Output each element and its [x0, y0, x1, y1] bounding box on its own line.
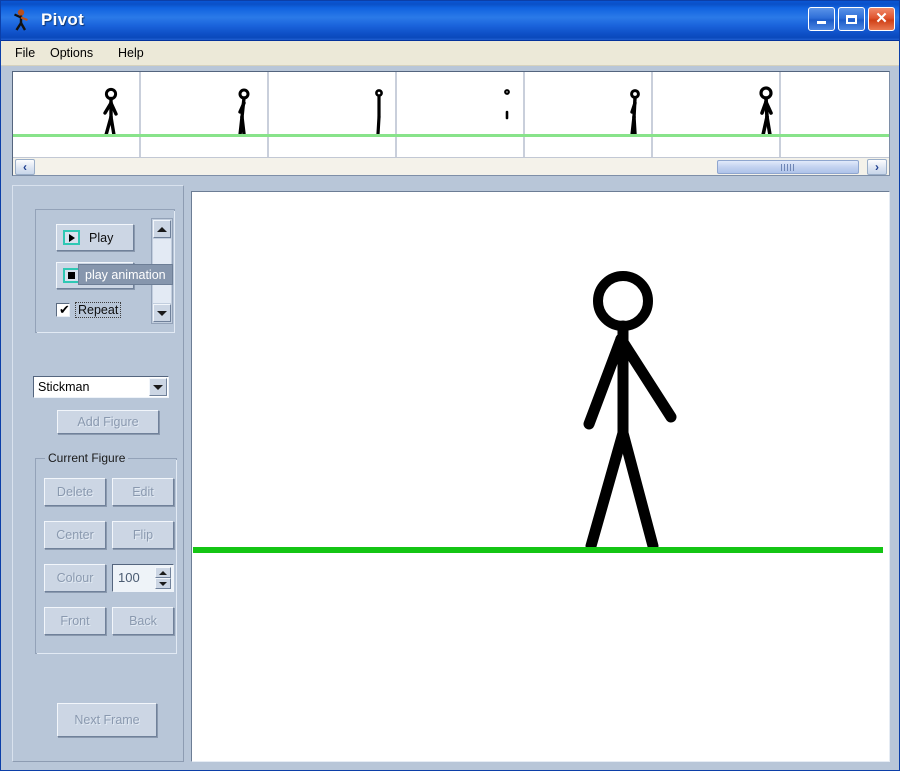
minimize-icon [817, 21, 826, 24]
window-title: Pivot [41, 10, 85, 29]
next-frame-button[interactable]: Next Frame [57, 703, 157, 737]
delete-button[interactable]: Delete [44, 478, 106, 506]
frame-figure-2 [238, 88, 250, 137]
frame-strip-scrollbar[interactable]: ‹ › [13, 157, 889, 175]
menu-item-file[interactable]: File [10, 45, 40, 61]
flip-label: Flip [132, 528, 154, 542]
frame-thumbnail[interactable] [141, 72, 269, 157]
spinner-decrement-button[interactable] [155, 578, 171, 589]
repeat-label: Repeat [75, 302, 122, 318]
menu-item-help[interactable]: Help [113, 45, 149, 61]
scrollbar-grip-icon [781, 164, 795, 171]
checkmark-icon: ✔ [59, 302, 70, 317]
repeat-checkbox[interactable]: ✔ [56, 303, 70, 317]
frame-thumbnail[interactable] [781, 72, 889, 157]
play-button-label: Play [89, 230, 114, 245]
title-bar: Pivot ✕ [1, 1, 899, 41]
chevron-down-icon[interactable] [149, 378, 167, 396]
spinner-up-icon [159, 570, 167, 575]
minimize-button[interactable] [808, 7, 835, 31]
animation-canvas-panel[interactable] [191, 191, 890, 762]
menu-bar: File Options Help [1, 41, 899, 66]
down-arrow-icon [157, 310, 167, 316]
frame-thumbnail[interactable] [653, 72, 781, 157]
back-label: Back [129, 614, 157, 628]
frame-strip[interactable] [13, 72, 889, 157]
frame-figure-5 [630, 89, 640, 137]
animation-canvas[interactable] [193, 193, 883, 599]
colour-label: Colour [56, 571, 94, 585]
frame-thumbnail[interactable] [525, 72, 653, 157]
add-figure-button[interactable]: Add Figure [57, 410, 159, 434]
repeat-checkbox-row[interactable]: ✔ Repeat [56, 302, 122, 318]
frame-thumbnail[interactable] [269, 72, 397, 157]
stickman-app-icon [14, 9, 28, 31]
current-figure-group: Current Figure Delete Edit Center Flip C… [35, 451, 177, 654]
canvas-ground-line [193, 547, 883, 553]
play-icon [63, 230, 80, 245]
speed-up-button[interactable] [153, 220, 171, 238]
center-label: Center [56, 528, 94, 542]
frame-strip-panel: ‹ › [12, 71, 890, 176]
maximize-button[interactable] [838, 7, 865, 31]
frame-figure-1 [103, 87, 118, 137]
next-frame-label: Next Frame [74, 713, 140, 727]
frame-thumbnail[interactable] [397, 72, 525, 157]
spinner-down-icon [159, 581, 167, 586]
edit-button[interactable]: Edit [112, 478, 174, 506]
tooltip: play animation [78, 264, 173, 285]
spinner-buttons [155, 567, 171, 589]
scale-value: 100 [118, 570, 140, 585]
spinner-increment-button[interactable] [155, 567, 171, 578]
play-button[interactable]: Play [56, 224, 134, 251]
pivot-application-window: Pivot ✕ File Options Help ‹ › Play ✔ Rep… [0, 0, 900, 771]
scroll-left-arrow-icon[interactable]: ‹ [15, 159, 35, 175]
figure-type-value: Stickman [38, 380, 90, 394]
colour-button[interactable]: Colour [44, 564, 106, 592]
add-figure-label: Add Figure [77, 415, 139, 429]
edit-label: Edit [132, 485, 154, 499]
up-arrow-icon [157, 226, 167, 232]
frame-ground-line [13, 134, 889, 137]
front-label: Front [60, 614, 90, 628]
close-icon: ✕ [875, 9, 888, 27]
back-button[interactable]: Back [112, 607, 174, 635]
current-figure-legend: Current Figure [45, 451, 129, 465]
center-button[interactable]: Center [44, 521, 106, 549]
frame-thumbnail[interactable] [13, 72, 141, 157]
front-button[interactable]: Front [44, 607, 106, 635]
frame-figure-6 [759, 86, 773, 137]
frame-figure-4 [504, 89, 510, 120]
scroll-right-arrow-icon[interactable]: › [867, 159, 887, 175]
menu-item-options[interactable]: Options [45, 45, 98, 61]
stickman-figure[interactable] [193, 193, 883, 599]
delete-label: Delete [56, 485, 94, 499]
speed-down-button[interactable] [153, 304, 171, 322]
maximize-icon [846, 14, 857, 24]
flip-button[interactable]: Flip [112, 521, 174, 549]
figure-type-select[interactable]: Stickman [33, 376, 169, 398]
scrollbar-thumb[interactable] [717, 160, 859, 174]
scale-spinner[interactable]: 100 [112, 564, 174, 592]
window-controls: ✕ [808, 7, 895, 31]
close-button[interactable]: ✕ [868, 7, 895, 31]
frame-figure-3 [375, 89, 383, 136]
